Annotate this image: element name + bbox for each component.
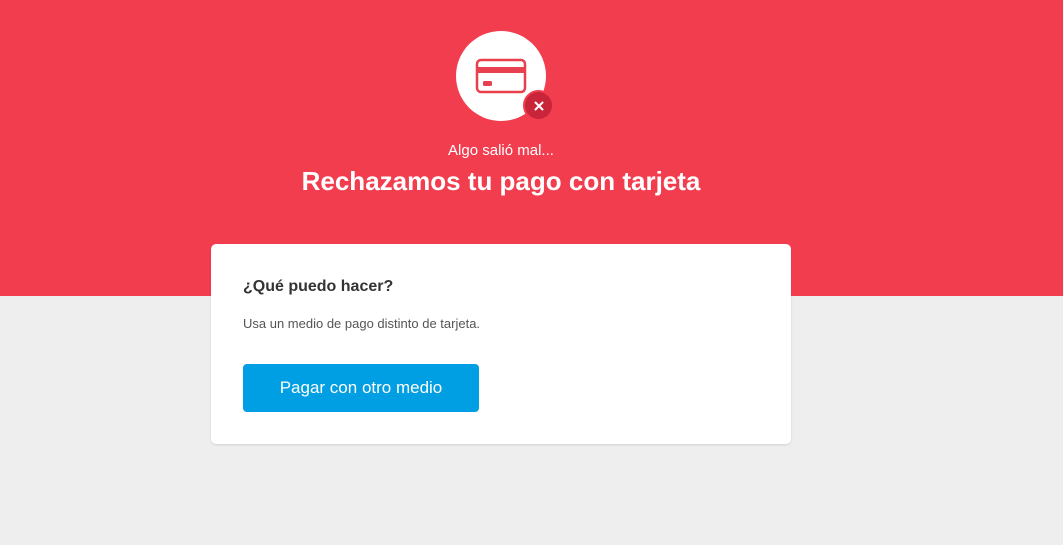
payment-rejected-page: Algo salió mal... Rechazamos tu pago con… bbox=[0, 0, 1063, 545]
credit-card-icon bbox=[475, 58, 527, 94]
error-subtitle: Algo salió mal... bbox=[448, 142, 554, 159]
help-card: ¿Qué puedo hacer? Usa un medio de pago d… bbox=[211, 244, 791, 444]
card-description: Usa un medio de pago distinto de tarjeta… bbox=[243, 316, 481, 331]
card-heading: ¿Qué puedo hacer? bbox=[243, 278, 394, 295]
status-icon-circle bbox=[456, 31, 554, 121]
close-icon bbox=[534, 101, 543, 110]
pay-with-other-method-button[interactable]: Pagar con otro medio bbox=[243, 364, 479, 412]
page-title: Rechazamos tu pago con tarjeta bbox=[301, 166, 701, 196]
error-badge bbox=[523, 90, 554, 121]
